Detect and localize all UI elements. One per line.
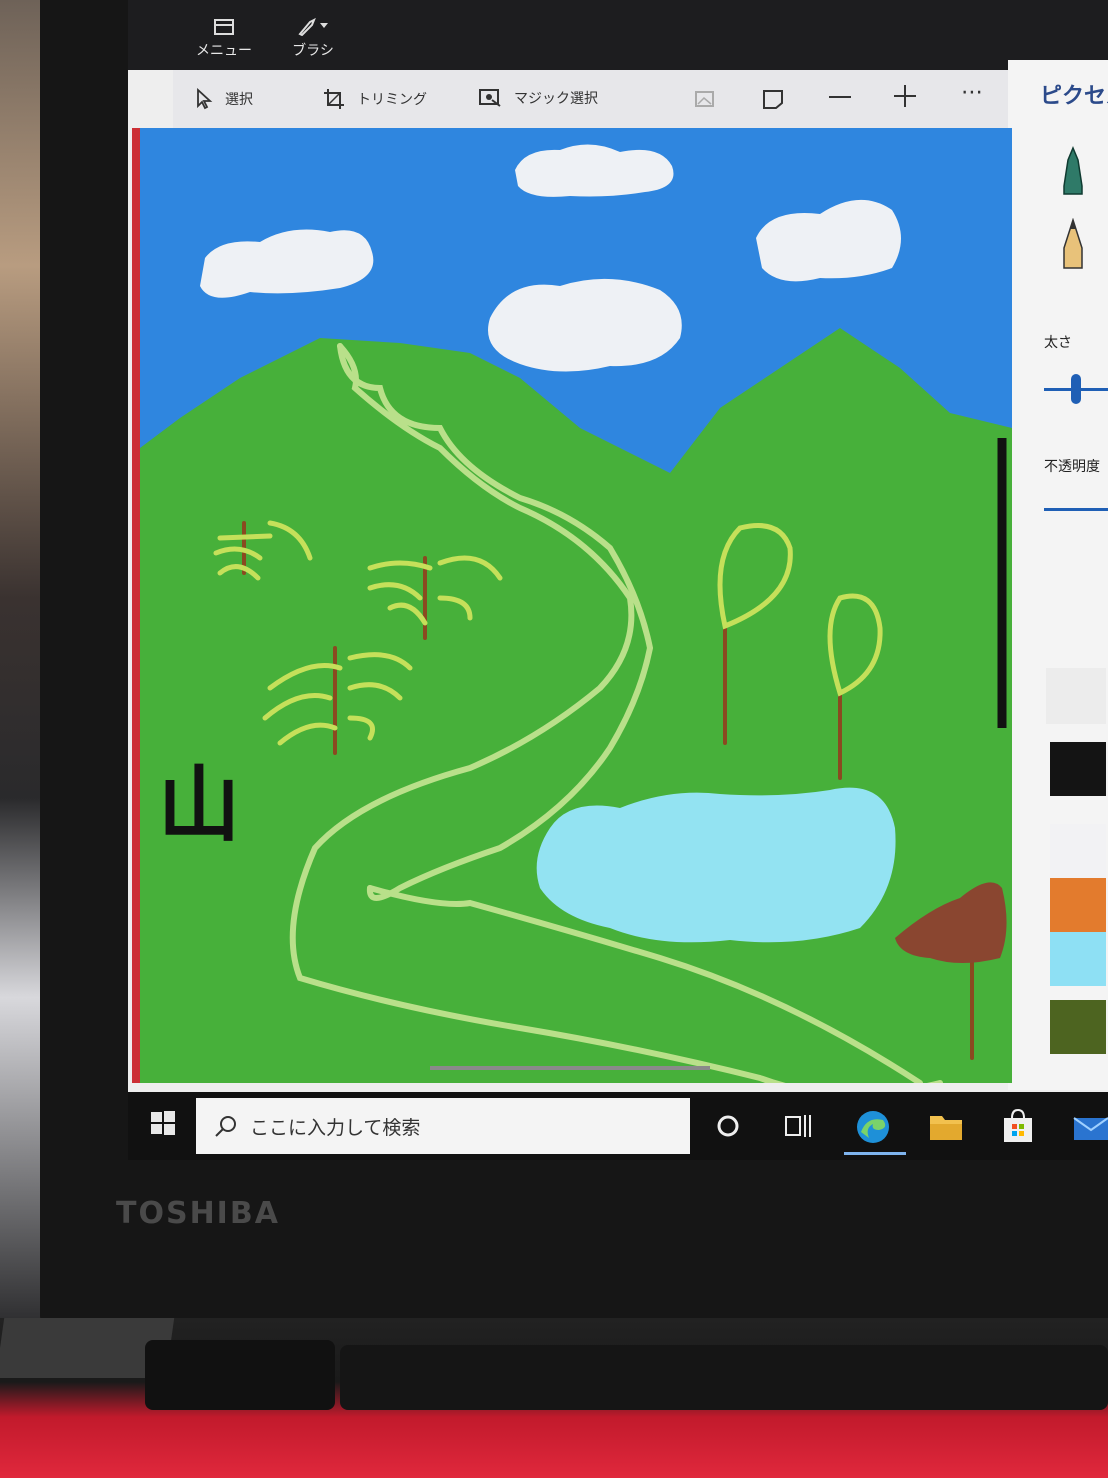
mail-icon[interactable]: [1072, 1112, 1108, 1142]
panel-header: ピクセル: [1040, 84, 1108, 109]
windows-taskbar: ここに入力して検索: [128, 1092, 1108, 1160]
thickness-label: 太さ: [1044, 335, 1072, 351]
search-placeholder: ここに入力して検索: [250, 1116, 421, 1139]
hinge-left: [145, 1340, 335, 1410]
color-swatch[interactable]: [1050, 1000, 1106, 1054]
crop-tool[interactable]: トリミング: [323, 88, 427, 110]
brush-side-panel: ピクセル 太さ 不透明度: [1008, 60, 1108, 1090]
app-title-bar: メニュー ブラシ: [128, 0, 1108, 70]
pond: [536, 787, 896, 943]
brush-icon: [298, 17, 328, 36]
edge-browser-icon[interactable]: [853, 1108, 893, 1146]
image-icon[interactable]: [693, 88, 717, 110]
file-explorer-icon[interactable]: [928, 1110, 964, 1142]
opacity-label: 不透明度: [1044, 459, 1100, 475]
menu-icon: [214, 19, 234, 35]
color-swatch[interactable]: [1050, 742, 1106, 796]
magic-select-label: マジック選択: [514, 91, 598, 107]
search-icon: [215, 1116, 236, 1137]
sticker-icon[interactable]: [761, 88, 787, 110]
pencil-brush-icon[interactable]: [1058, 218, 1088, 270]
marker-brush-icon[interactable]: [1058, 146, 1088, 196]
menu-label: メニュー: [196, 43, 252, 59]
color-swatch-empty[interactable]: [1046, 668, 1106, 724]
thickness-slider-thumb[interactable]: [1071, 374, 1081, 404]
cursor-icon: [197, 88, 213, 110]
menu-button[interactable]: メニュー: [194, 18, 254, 60]
brush-label: ブラシ: [292, 43, 334, 59]
opacity-slider[interactable]: [1044, 508, 1108, 511]
select-label: 選択: [225, 92, 253, 108]
drawing-canvas[interactable]: 山: [140, 128, 1012, 1083]
more-options-button[interactable]: ⋯: [961, 80, 983, 105]
magic-select-tool[interactable]: マジック選択: [478, 88, 598, 108]
drawing-canvas-frame: 山: [132, 128, 1012, 1083]
crop-icon: [324, 89, 344, 109]
microsoft-store-icon[interactable]: [1000, 1108, 1036, 1144]
selection-toolbar: 選択 トリミング マジック選択 ⋯: [173, 70, 1013, 128]
canvas-text-mark: 山: [158, 758, 240, 853]
zoom-out-icon[interactable]: [828, 94, 852, 100]
magic-select-icon: [479, 89, 501, 107]
crop-label: トリミング: [357, 92, 427, 108]
windows-start-icon[interactable]: [150, 1110, 176, 1136]
brush-button[interactable]: ブラシ: [283, 16, 343, 60]
color-swatch[interactable]: [1050, 932, 1106, 986]
color-swatch[interactable]: [1050, 824, 1106, 878]
hinge-right: [340, 1345, 1108, 1410]
taskbar-search-box[interactable]: ここに入力して検索: [196, 1098, 690, 1154]
zoom-in-icon[interactable]: [893, 84, 917, 108]
task-view-icon[interactable]: [784, 1112, 812, 1140]
cortana-icon[interactable]: [716, 1114, 740, 1138]
laptop-brand-logo: TOSHIBA: [116, 1196, 280, 1231]
color-swatch[interactable]: [1050, 878, 1106, 932]
screen: メニュー ブラシ 選択 トリミング マジック選択 ⋯ ピクセル 太さ: [128, 0, 1108, 1160]
edge-active-indicator: [844, 1152, 906, 1155]
select-tool[interactable]: 選択: [195, 88, 253, 110]
